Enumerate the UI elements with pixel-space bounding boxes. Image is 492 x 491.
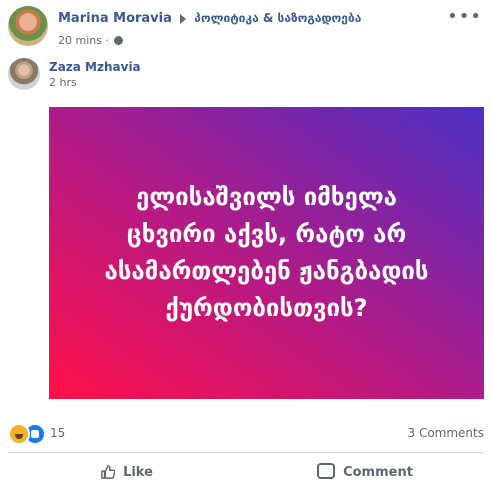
comment-label: Comment <box>343 464 413 480</box>
group-name[interactable]: პოლიტიკა & საზოგადოება <box>194 11 361 25</box>
comment-button[interactable]: Comment <box>246 456 484 488</box>
comment-icon <box>317 463 336 479</box>
shared-post-header: Zaza Mzhavia 2 hrs <box>8 58 484 92</box>
shared-author-name[interactable]: Zaza Mzhavia <box>49 60 141 74</box>
facebook-post: Marina Moravia პოლიტიკა & საზოგადოება 20… <box>0 0 492 491</box>
haha-icon[interactable] <box>8 423 30 445</box>
shared-post-time[interactable]: 2 hrs <box>49 76 77 89</box>
shared-to-arrow-icon <box>180 13 187 24</box>
author-line: Marina Moravia პოლიტიკა & საზოგადოება <box>58 11 361 26</box>
divider <box>8 452 484 453</box>
like-label: Like <box>123 464 153 480</box>
image-text: ელისაშვილს იმხელა ცხვირი აქვს, რატო არ ა… <box>104 183 429 322</box>
post-header: Marina Moravia პოლიტიკა & საზოგადოება 20… <box>8 6 484 52</box>
thumbs-up-icon <box>101 465 116 479</box>
like-button[interactable]: Like <box>8 456 246 488</box>
author-name[interactable]: Marina Moravia <box>58 11 172 26</box>
post-actions: Like Comment <box>8 456 484 488</box>
comments-count[interactable]: 3 Comments <box>408 426 485 440</box>
reactions-bar: 15 3 Comments <box>8 423 485 445</box>
shared-author-avatar[interactable] <box>8 58 40 90</box>
globe-icon <box>114 35 124 45</box>
post-image[interactable]: ელისაშვილს იმხელა ცხვირი აქვს, რატო არ ა… <box>49 107 484 399</box>
post-time[interactable]: 20 mins <box>58 34 102 47</box>
more-options-icon[interactable]: ••• <box>447 8 482 26</box>
reaction-count[interactable]: 15 <box>50 426 65 440</box>
author-avatar[interactable] <box>8 6 48 46</box>
post-meta: 20 mins · <box>58 34 124 47</box>
